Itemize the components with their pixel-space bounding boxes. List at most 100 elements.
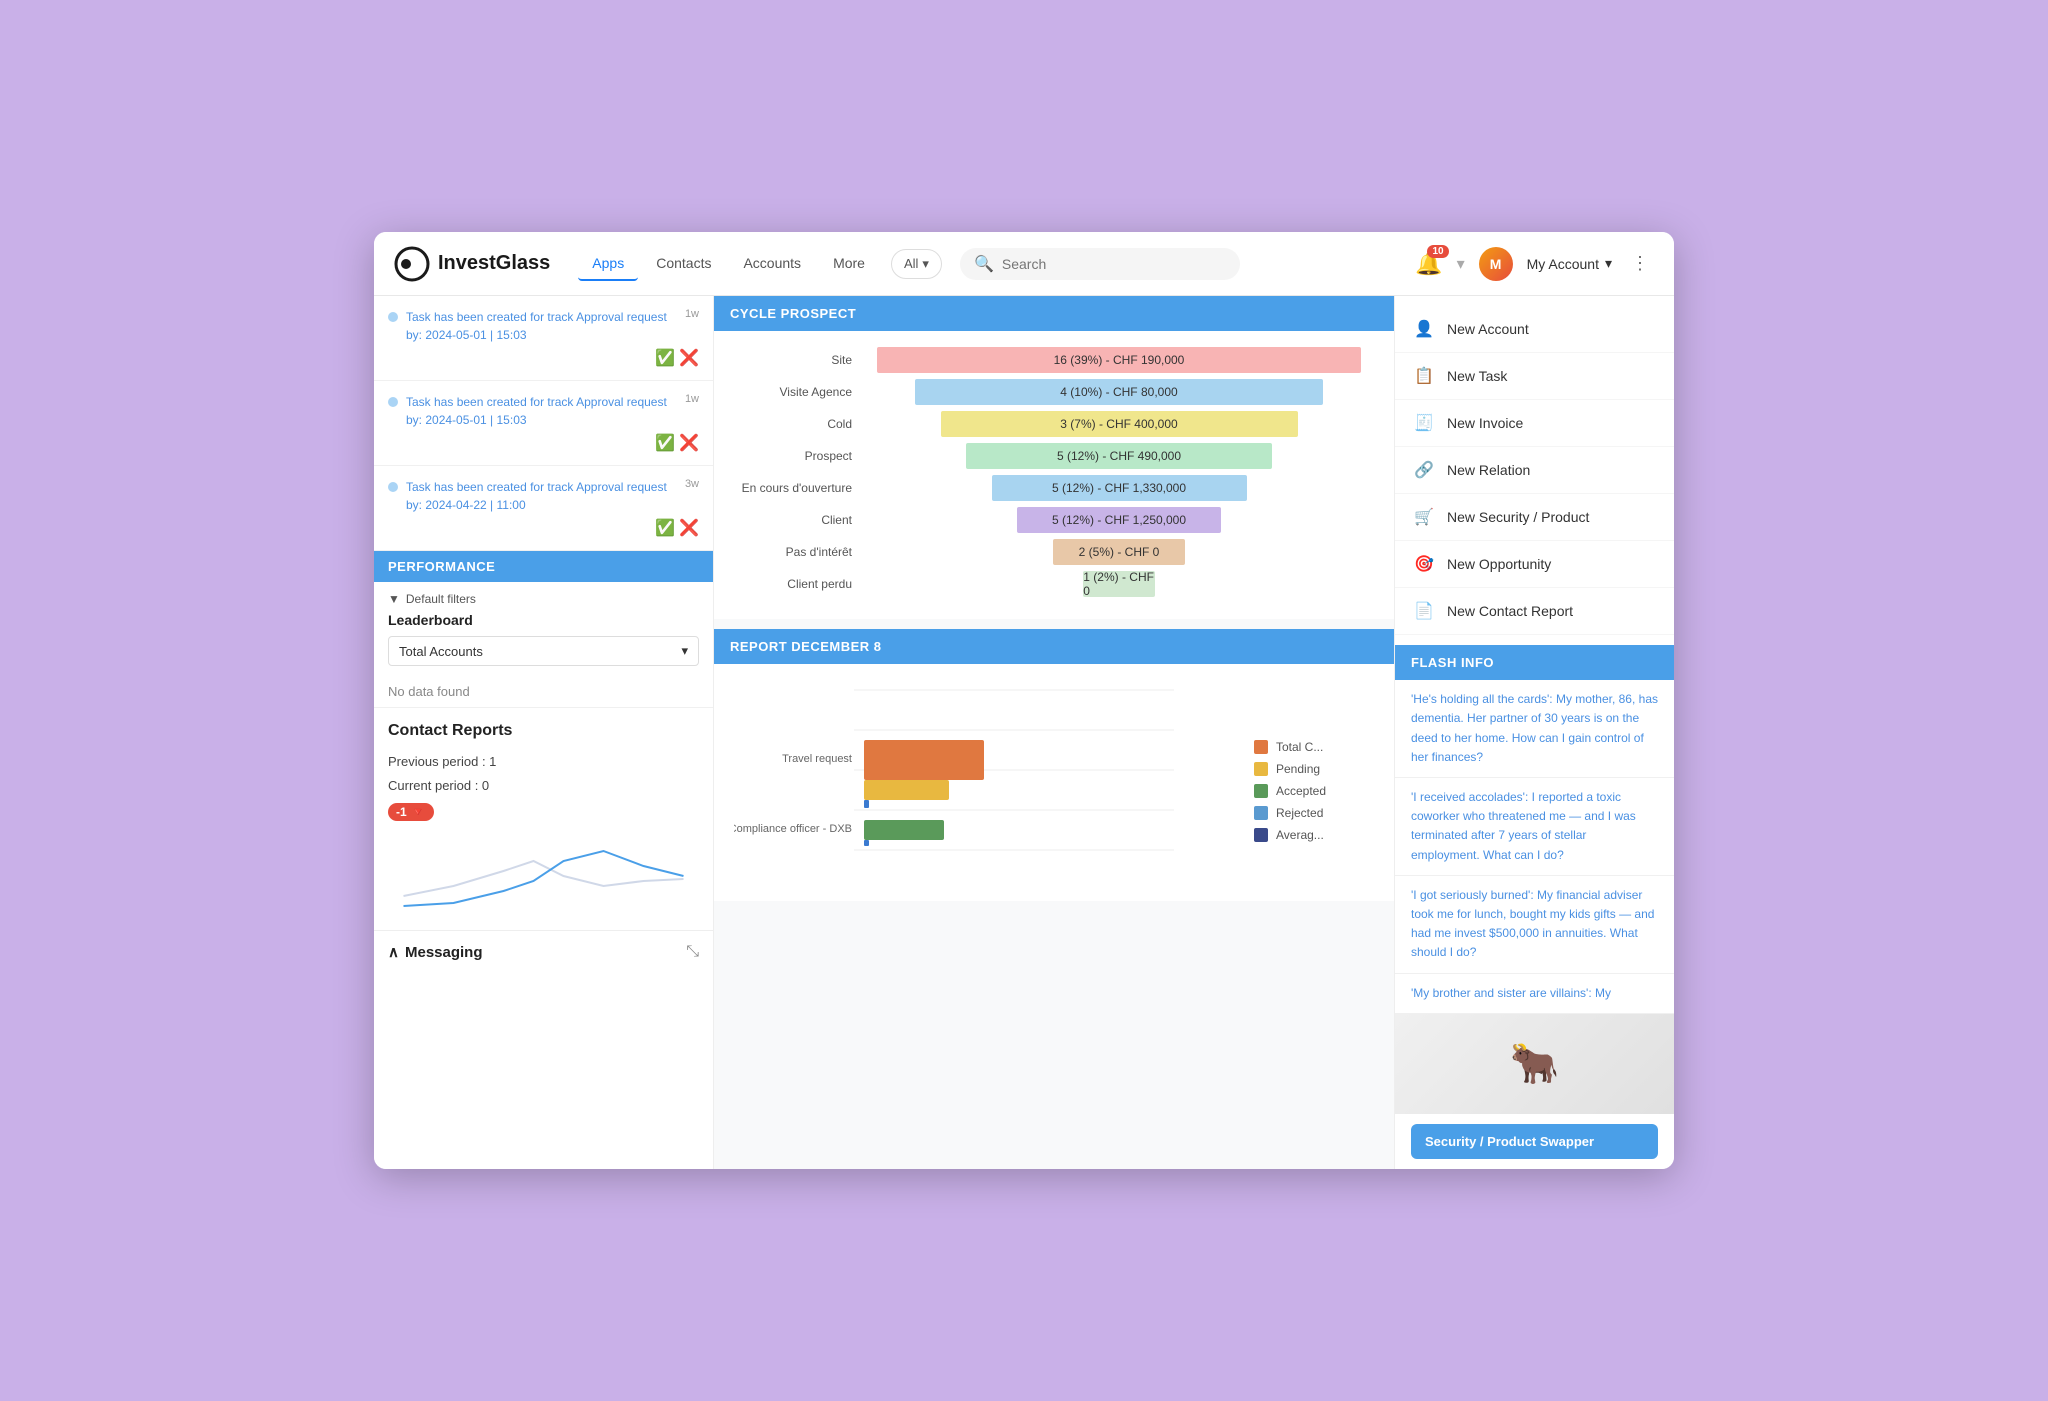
select-chevron-icon: ▾ bbox=[681, 643, 688, 659]
funnel-row: Cold 3 (7%) - CHF 400,000 bbox=[734, 411, 1374, 437]
leaderboard-label: Leaderboard bbox=[374, 612, 713, 636]
check-icon[interactable]: ✅ bbox=[655, 433, 675, 453]
messaging-title: ∧ Messaging bbox=[388, 943, 483, 961]
navbar-right: 🔔 10 ▾ M My Account ▾ ⋮ bbox=[1415, 247, 1654, 281]
task-item: Task has been created for track Approval… bbox=[374, 466, 713, 551]
filter-label[interactable]: ▼ Default filters bbox=[374, 582, 713, 612]
task-text[interactable]: Task has been created for track Approval… bbox=[406, 478, 677, 514]
no-data-label: No data found bbox=[374, 676, 713, 707]
nav-contacts[interactable]: Contacts bbox=[642, 247, 725, 281]
search-icon: 🔍 bbox=[974, 254, 994, 274]
funnel-row: Prospect 5 (12%) - CHF 490,000 bbox=[734, 443, 1374, 469]
task-time: 1w bbox=[685, 393, 699, 405]
bar-chart-legend: Total C... Pending Accepted Rejecte bbox=[1254, 680, 1374, 885]
check-icon[interactable]: ✅ bbox=[655, 518, 675, 538]
funnel-bar-cold: 3 (7%) - CHF 400,000 bbox=[941, 411, 1298, 437]
relation-icon: 🔗 bbox=[1413, 459, 1435, 481]
task-text[interactable]: Task has been created for track Approval… bbox=[406, 393, 677, 429]
task-dot bbox=[388, 312, 398, 322]
flash-news-4: 'My brother and sister are villains': My bbox=[1395, 974, 1674, 1014]
close-icon[interactable]: ❌ bbox=[679, 348, 699, 368]
task-item: Task has been created for track Approval… bbox=[374, 296, 713, 381]
dropdown-arrow[interactable]: ▾ bbox=[1457, 254, 1465, 274]
funnel-bar-prospect: 5 (12%) - CHF 490,000 bbox=[966, 443, 1272, 469]
flash-news-text[interactable]: 'I got seriously burned': My financial a… bbox=[1411, 886, 1658, 963]
nav-accounts[interactable]: Accounts bbox=[729, 247, 815, 281]
center-panel: CYCLE PROSPECT Site 16 (39%) - CHF 190,0… bbox=[714, 296, 1394, 1168]
main-content: Task has been created for track Approval… bbox=[374, 296, 1674, 1168]
contact-reports: Contact Reports Previous period : 1 Curr… bbox=[374, 707, 713, 930]
flash-news-text[interactable]: 'My brother and sister are villains': My bbox=[1411, 984, 1658, 1003]
legend-item: Averag... bbox=[1254, 828, 1374, 842]
svg-text:Travel request: Travel request bbox=[782, 753, 852, 765]
task-dot bbox=[388, 397, 398, 407]
flash-news-3: 'I got seriously burned': My financial a… bbox=[1395, 876, 1674, 974]
chevron-up-icon[interactable]: ∧ bbox=[388, 943, 399, 961]
legend-item: Total C... bbox=[1254, 740, 1374, 754]
new-security-action[interactable]: 🛒 New Security / Product bbox=[1395, 494, 1674, 541]
contact-reports-title: Contact Reports bbox=[388, 722, 699, 740]
nav-more[interactable]: More bbox=[819, 247, 879, 281]
funnel-bar-site: 16 (39%) - CHF 190,000 bbox=[877, 347, 1362, 373]
notification-button[interactable]: 🔔 10 bbox=[1415, 251, 1442, 277]
bull-image: 🐂 bbox=[1395, 1014, 1674, 1114]
cr-previous: Previous period : 1 bbox=[388, 750, 699, 773]
task-item: Task has been created for track Approval… bbox=[374, 381, 713, 466]
nav-apps[interactable]: Apps bbox=[578, 247, 638, 281]
funnel-bar-pasinteret: 2 (5%) - CHF 0 bbox=[1053, 539, 1186, 565]
legend-color bbox=[1254, 806, 1268, 820]
funnel-bar-clientperdu: 1 (2%) - CHF 0 bbox=[1083, 571, 1154, 597]
search-box[interactable]: 🔍 bbox=[960, 248, 1240, 280]
task-icon: 📋 bbox=[1413, 365, 1435, 387]
legend-color bbox=[1254, 740, 1268, 754]
total-accounts-select[interactable]: Total Accounts ▾ bbox=[388, 636, 699, 666]
legend-label: Averag... bbox=[1276, 828, 1324, 842]
legend-item: Pending bbox=[1254, 762, 1374, 776]
new-task-action[interactable]: 📋 New Task bbox=[1395, 353, 1674, 400]
all-dropdown[interactable]: All ▾ bbox=[891, 249, 942, 279]
funnel-bar-client: 5 (12%) - CHF 1,250,000 bbox=[1017, 507, 1221, 533]
flash-news-text[interactable]: 'I received accolades': I reported a tox… bbox=[1411, 788, 1658, 865]
funnel-row: Visite Agence 4 (10%) - CHF 80,000 bbox=[734, 379, 1374, 405]
expand-icon[interactable]: ⤡ bbox=[686, 943, 699, 961]
down-arrow-icon: 🔻 bbox=[411, 805, 426, 819]
flash-news-2: 'I received accolades': I reported a tox… bbox=[1395, 778, 1674, 876]
check-icon[interactable]: ✅ bbox=[655, 348, 675, 368]
funnel-section: CYCLE PROSPECT Site 16 (39%) - CHF 190,0… bbox=[714, 296, 1394, 619]
more-options-button[interactable]: ⋮ bbox=[1626, 250, 1654, 278]
task-actions: ✅ ❌ bbox=[388, 433, 699, 453]
task-text[interactable]: Task has been created for track Approval… bbox=[406, 308, 677, 344]
legend-item: Rejected bbox=[1254, 806, 1374, 820]
account-icon: 👤 bbox=[1413, 318, 1435, 340]
logo[interactable]: InvestGlass bbox=[394, 246, 550, 282]
funnel-bar-visite: 4 (10%) - CHF 80,000 bbox=[915, 379, 1323, 405]
funnel-row: Site 16 (39%) - CHF 190,000 bbox=[734, 347, 1374, 373]
nav-links: Apps Contacts Accounts More bbox=[578, 247, 879, 281]
opportunity-icon: 🎯 bbox=[1413, 553, 1435, 575]
task-actions: ✅ ❌ bbox=[388, 518, 699, 538]
funnel-header: CYCLE PROSPECT bbox=[714, 296, 1394, 331]
performance-header: PERFORMANCE bbox=[374, 551, 713, 582]
my-account[interactable]: My Account ▾ bbox=[1527, 255, 1612, 272]
messaging-section: ∧ Messaging ⤡ bbox=[374, 930, 713, 973]
legend-color bbox=[1254, 784, 1268, 798]
left-panel: Task has been created for track Approval… bbox=[374, 296, 714, 1168]
avatar: M bbox=[1479, 247, 1513, 281]
search-input[interactable] bbox=[1002, 256, 1226, 272]
task-dot bbox=[388, 482, 398, 492]
security-swapper-button[interactable]: Security / Product Swapper bbox=[1411, 1124, 1658, 1159]
action-menu: 👤 New Account 📋 New Task 🧾 New Invoice 🔗… bbox=[1395, 296, 1674, 645]
invoice-icon: 🧾 bbox=[1413, 412, 1435, 434]
new-opportunity-action[interactable]: 🎯 New Opportunity bbox=[1395, 541, 1674, 588]
security-swapper-container: 🐂 Security / Product Swapper bbox=[1395, 1014, 1674, 1169]
new-invoice-action[interactable]: 🧾 New Invoice bbox=[1395, 400, 1674, 447]
funnel-row: Client 5 (12%) - CHF 1,250,000 bbox=[734, 507, 1374, 533]
legend-item: Accepted bbox=[1254, 784, 1374, 798]
flash-news-text[interactable]: 'He's holding all the cards': My mother,… bbox=[1411, 690, 1658, 767]
close-icon[interactable]: ❌ bbox=[679, 433, 699, 453]
close-icon[interactable]: ❌ bbox=[679, 518, 699, 538]
new-relation-action[interactable]: 🔗 New Relation bbox=[1395, 447, 1674, 494]
new-contact-report-action[interactable]: 📄 New Contact Report bbox=[1395, 588, 1674, 635]
funnel-row: Pas d'intérêt 2 (5%) - CHF 0 bbox=[734, 539, 1374, 565]
new-account-action[interactable]: 👤 New Account bbox=[1395, 306, 1674, 353]
